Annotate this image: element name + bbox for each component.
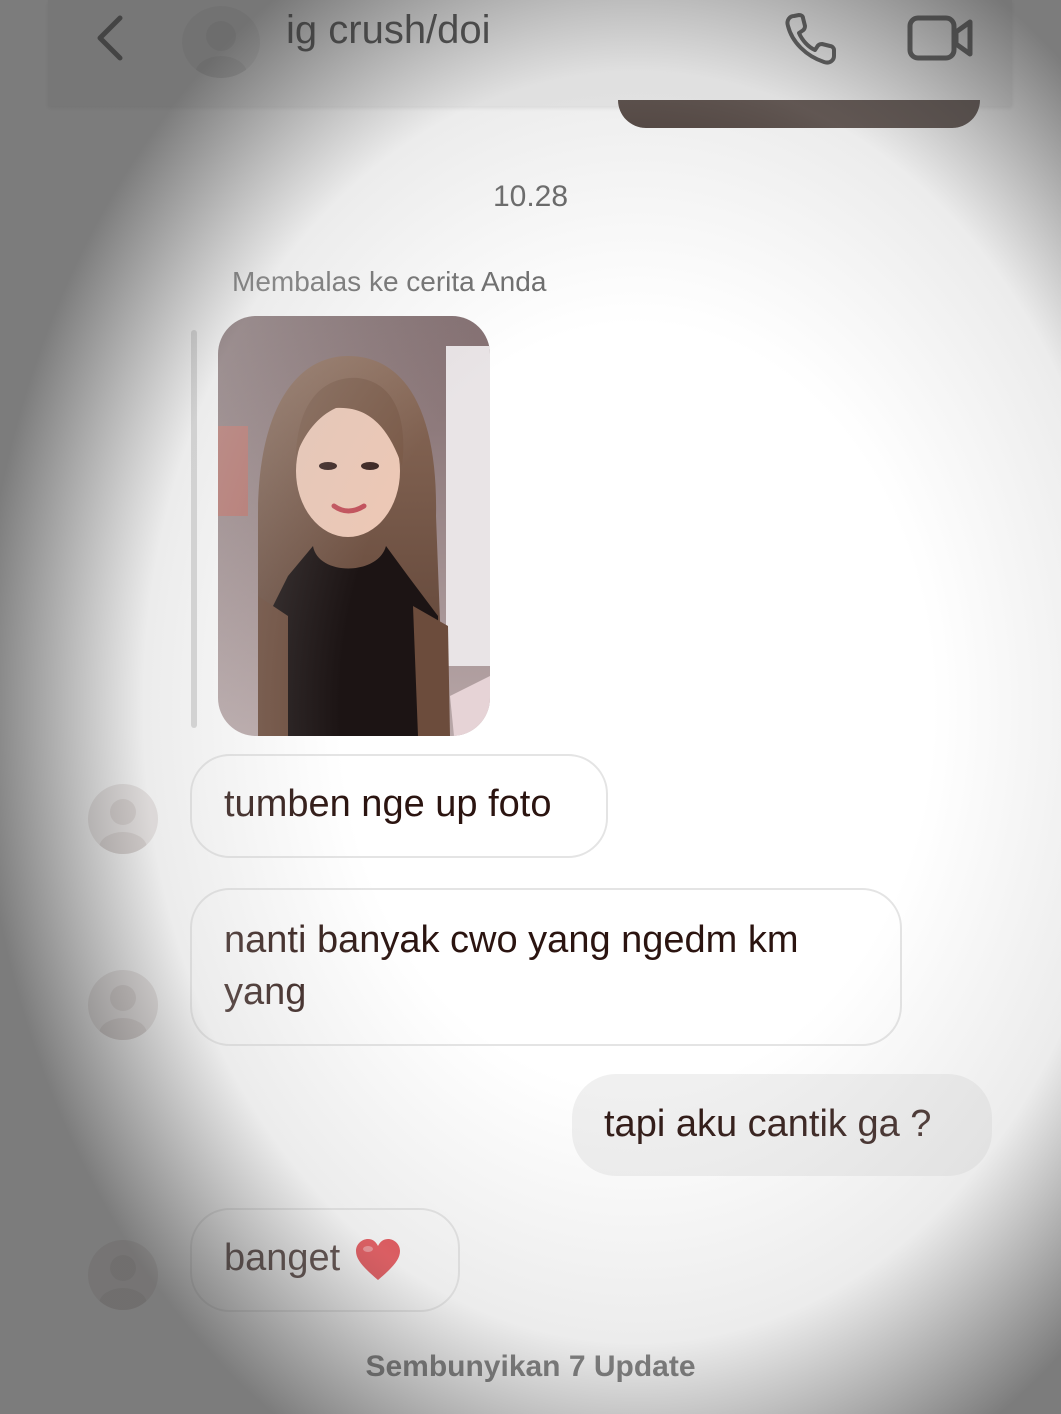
- hide-updates-link[interactable]: Sembunyikan 7 Update: [0, 1350, 1061, 1384]
- incoming-message-bubble[interactable]: tumben nge up foto: [190, 754, 608, 858]
- message-text: tapi aku cantik ga ?: [604, 1103, 932, 1145]
- story-reply-label: Membalas ke cerita Anda: [232, 266, 547, 297]
- contact-avatar-small[interactable]: [88, 970, 158, 1040]
- contact-avatar-small[interactable]: [88, 1240, 158, 1310]
- contact-name[interactable]: ig crush/doi: [286, 8, 491, 53]
- incoming-message-bubble[interactable]: nanti banyak cwo yang ngedm km yang: [190, 888, 902, 1046]
- chevron-left-icon[interactable]: [90, 12, 130, 64]
- reply-indicator-bar: [191, 330, 197, 728]
- message-text: tumben nge up foto: [224, 783, 552, 825]
- outgoing-message-bubble[interactable]: tapi aku cantik ga ?: [572, 1074, 992, 1176]
- default-avatar-icon: [99, 1255, 147, 1310]
- message-text: nanti banyak cwo yang ngedm km yang: [224, 919, 799, 1013]
- video-camera-icon[interactable]: [906, 10, 974, 66]
- incoming-message-bubble[interactable]: banget: [190, 1208, 460, 1312]
- default-avatar-icon: [99, 985, 147, 1040]
- message-text: banget: [224, 1237, 341, 1279]
- story-photo: [218, 316, 490, 736]
- contact-avatar[interactable]: [182, 6, 260, 78]
- default-avatar-icon: [195, 21, 247, 78]
- previous-story-preview[interactable]: [618, 100, 980, 128]
- message-timestamp: 10.28: [492, 180, 569, 213]
- heart-icon: [356, 1238, 401, 1280]
- default-avatar-icon: [99, 799, 147, 854]
- contact-avatar-small[interactable]: [88, 784, 158, 854]
- story-thumbnail[interactable]: [218, 316, 490, 736]
- chat-header: ig crush/doi: [48, 0, 1012, 106]
- phone-icon[interactable]: [780, 10, 844, 68]
